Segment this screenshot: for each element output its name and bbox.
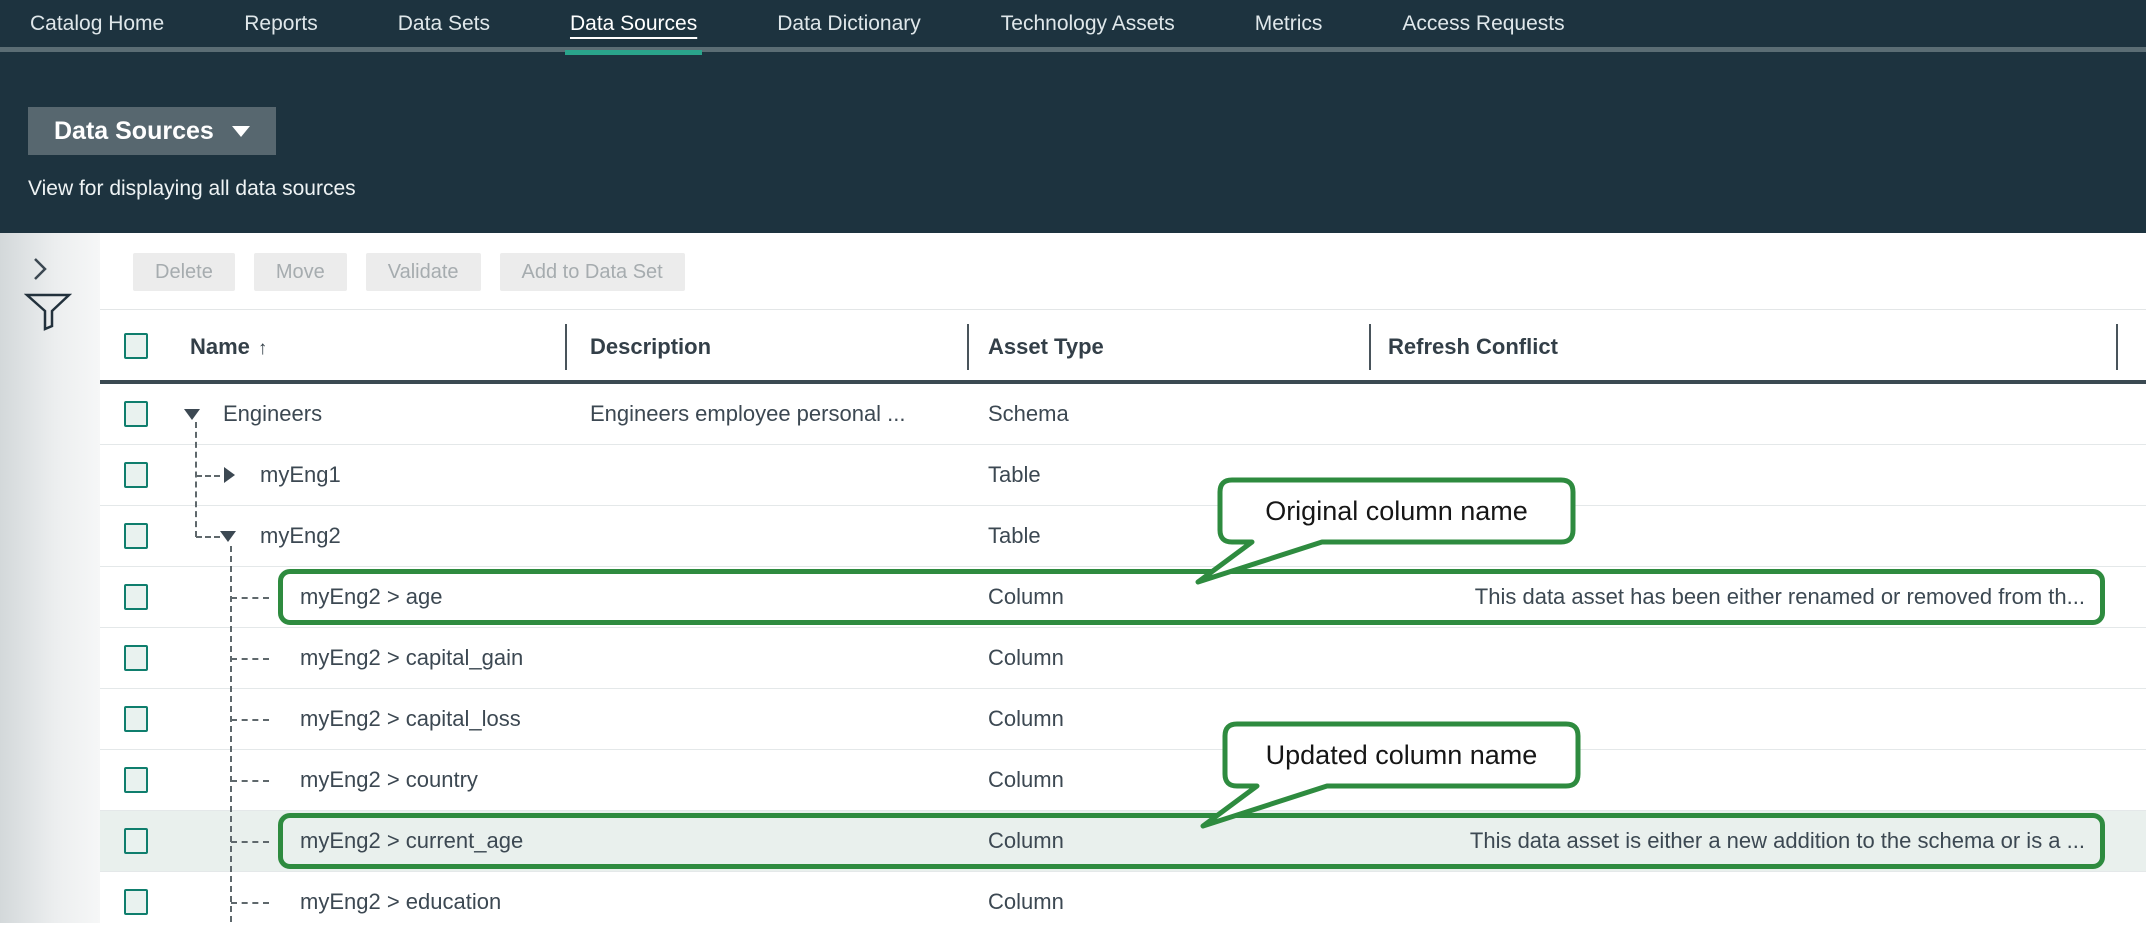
table-header: Name ↑ Description Asset Type Refresh Con… <box>100 310 2146 384</box>
nav-item-technology-assets[interactable]: Technology Assets <box>1001 12 1175 36</box>
asset-name: myEng2 > capital_gain <box>300 645 523 671</box>
expand-panel-icon[interactable] <box>30 255 50 288</box>
asset-type: Table <box>988 462 1041 488</box>
table-row-engineers[interactable]: Engineers Engineers employee personal ..… <box>100 384 2146 445</box>
refresh-conflict-message: This data asset is either a new addition… <box>1470 828 2085 854</box>
tree-connector <box>195 422 197 537</box>
asset-name: myEng2 > age <box>300 584 442 610</box>
validate-button[interactable]: Validate <box>366 253 481 291</box>
asset-type: Table <box>988 523 1041 549</box>
tree-connector <box>231 780 269 782</box>
tree-connector <box>231 597 269 599</box>
asset-name: myEng1 <box>260 462 341 488</box>
asset-type: Schema <box>988 401 1069 427</box>
column-header-description[interactable]: Description <box>590 334 711 360</box>
table-row-myeng2-country[interactable]: myEng2 > country Column <box>100 750 2146 811</box>
collapse-toggle-icon[interactable] <box>184 409 200 420</box>
column-header-refresh-conflict[interactable]: Refresh Conflict <box>1388 334 1558 360</box>
row-checkbox[interactable] <box>124 584 148 610</box>
asset-type: Column <box>988 645 1064 671</box>
top-navigation: Catalog Home Reports Data Sets Data Sour… <box>0 0 2146 52</box>
nav-item-access-requests[interactable]: Access Requests <box>1402 12 1564 36</box>
tree-connector <box>231 841 269 843</box>
view-description: View for displaying all data sources <box>28 177 2146 201</box>
column-divider <box>967 324 969 370</box>
left-sidebar <box>0 233 100 923</box>
tree-connector <box>196 536 220 538</box>
page-body: Delete Move Validate Add to Data Set Nam… <box>0 233 2146 923</box>
collapse-toggle-icon[interactable] <box>220 531 236 542</box>
nav-item-reports[interactable]: Reports <box>244 12 318 36</box>
nav-item-data-dictionary[interactable]: Data Dictionary <box>777 12 921 36</box>
column-divider <box>2116 324 2118 370</box>
table-row-myeng2-current-age[interactable]: myEng2 > current_age Column This data as… <box>100 811 2146 872</box>
main-content: Delete Move Validate Add to Data Set Nam… <box>100 233 2146 923</box>
row-checkbox[interactable] <box>124 767 148 793</box>
table-row-myeng2-capital-gain[interactable]: myEng2 > capital_gain Column <box>100 628 2146 689</box>
actions-toolbar: Delete Move Validate Add to Data Set <box>100 233 2146 310</box>
sort-ascending-icon: ↑ <box>258 338 268 359</box>
select-all-checkbox[interactable] <box>124 333 148 359</box>
move-button[interactable]: Move <box>254 253 347 291</box>
nav-item-metrics[interactable]: Metrics <box>1255 12 1323 36</box>
column-header-name[interactable]: Name ↑ <box>190 334 267 360</box>
tree-connector <box>196 475 220 477</box>
asset-description: Engineers employee personal ... <box>590 401 906 427</box>
table-row-myeng1[interactable]: myEng1 Table <box>100 445 2146 506</box>
nav-item-data-sources[interactable]: Data Sources <box>570 12 697 36</box>
asset-name: myEng2 > capital_loss <box>300 706 521 732</box>
chevron-down-icon <box>232 126 250 137</box>
asset-name: myEng2 > current_age <box>300 828 523 854</box>
tree-connector <box>231 658 269 660</box>
asset-name: Engineers <box>223 401 322 427</box>
view-selector-button[interactable]: Data Sources <box>28 107 276 155</box>
refresh-conflict-message: This data asset has been either renamed … <box>1475 584 2085 610</box>
row-checkbox[interactable] <box>124 523 148 549</box>
asset-name: myEng2 > country <box>300 767 478 793</box>
column-header-name-label: Name <box>190 334 250 359</box>
asset-type: Column <box>988 584 1064 610</box>
asset-type: Column <box>988 706 1064 732</box>
tree-connector <box>231 902 269 904</box>
table-row-myeng2-capital-loss[interactable]: myEng2 > capital_loss Column <box>100 689 2146 750</box>
nav-item-data-sets[interactable]: Data Sets <box>398 12 490 36</box>
asset-type: Column <box>988 889 1064 915</box>
row-checkbox[interactable] <box>124 828 148 854</box>
asset-type: Column <box>988 828 1064 854</box>
row-checkbox[interactable] <box>124 401 148 427</box>
asset-type: Column <box>988 767 1064 793</box>
column-divider <box>565 324 567 370</box>
row-checkbox[interactable] <box>124 462 148 488</box>
row-checkbox[interactable] <box>124 706 148 732</box>
add-to-data-set-button[interactable]: Add to Data Set <box>500 253 685 291</box>
column-divider <box>1369 324 1371 370</box>
table-row-myeng2[interactable]: myEng2 Table <box>100 506 2146 567</box>
page-header: Data Sources View for displaying all dat… <box>0 52 2146 233</box>
view-selector-label: Data Sources <box>54 117 214 146</box>
delete-button[interactable]: Delete <box>133 253 235 291</box>
table-row-myeng2-education[interactable]: myEng2 > education Column <box>100 872 2146 928</box>
table-row-myeng2-age[interactable]: myEng2 > age Column This data asset has … <box>100 567 2146 628</box>
tree-connector <box>231 719 269 721</box>
filter-icon[interactable] <box>24 293 72 336</box>
table-body: Engineers Engineers employee personal ..… <box>100 384 2146 922</box>
expand-toggle-icon[interactable] <box>224 467 235 483</box>
asset-name: myEng2 > education <box>300 889 501 915</box>
row-checkbox[interactable] <box>124 889 148 915</box>
column-header-asset-type[interactable]: Asset Type <box>988 334 1104 360</box>
tree-connector <box>230 546 232 922</box>
asset-name: myEng2 <box>260 523 341 549</box>
row-checkbox[interactable] <box>124 645 148 671</box>
nav-item-catalog-home[interactable]: Catalog Home <box>30 12 164 36</box>
